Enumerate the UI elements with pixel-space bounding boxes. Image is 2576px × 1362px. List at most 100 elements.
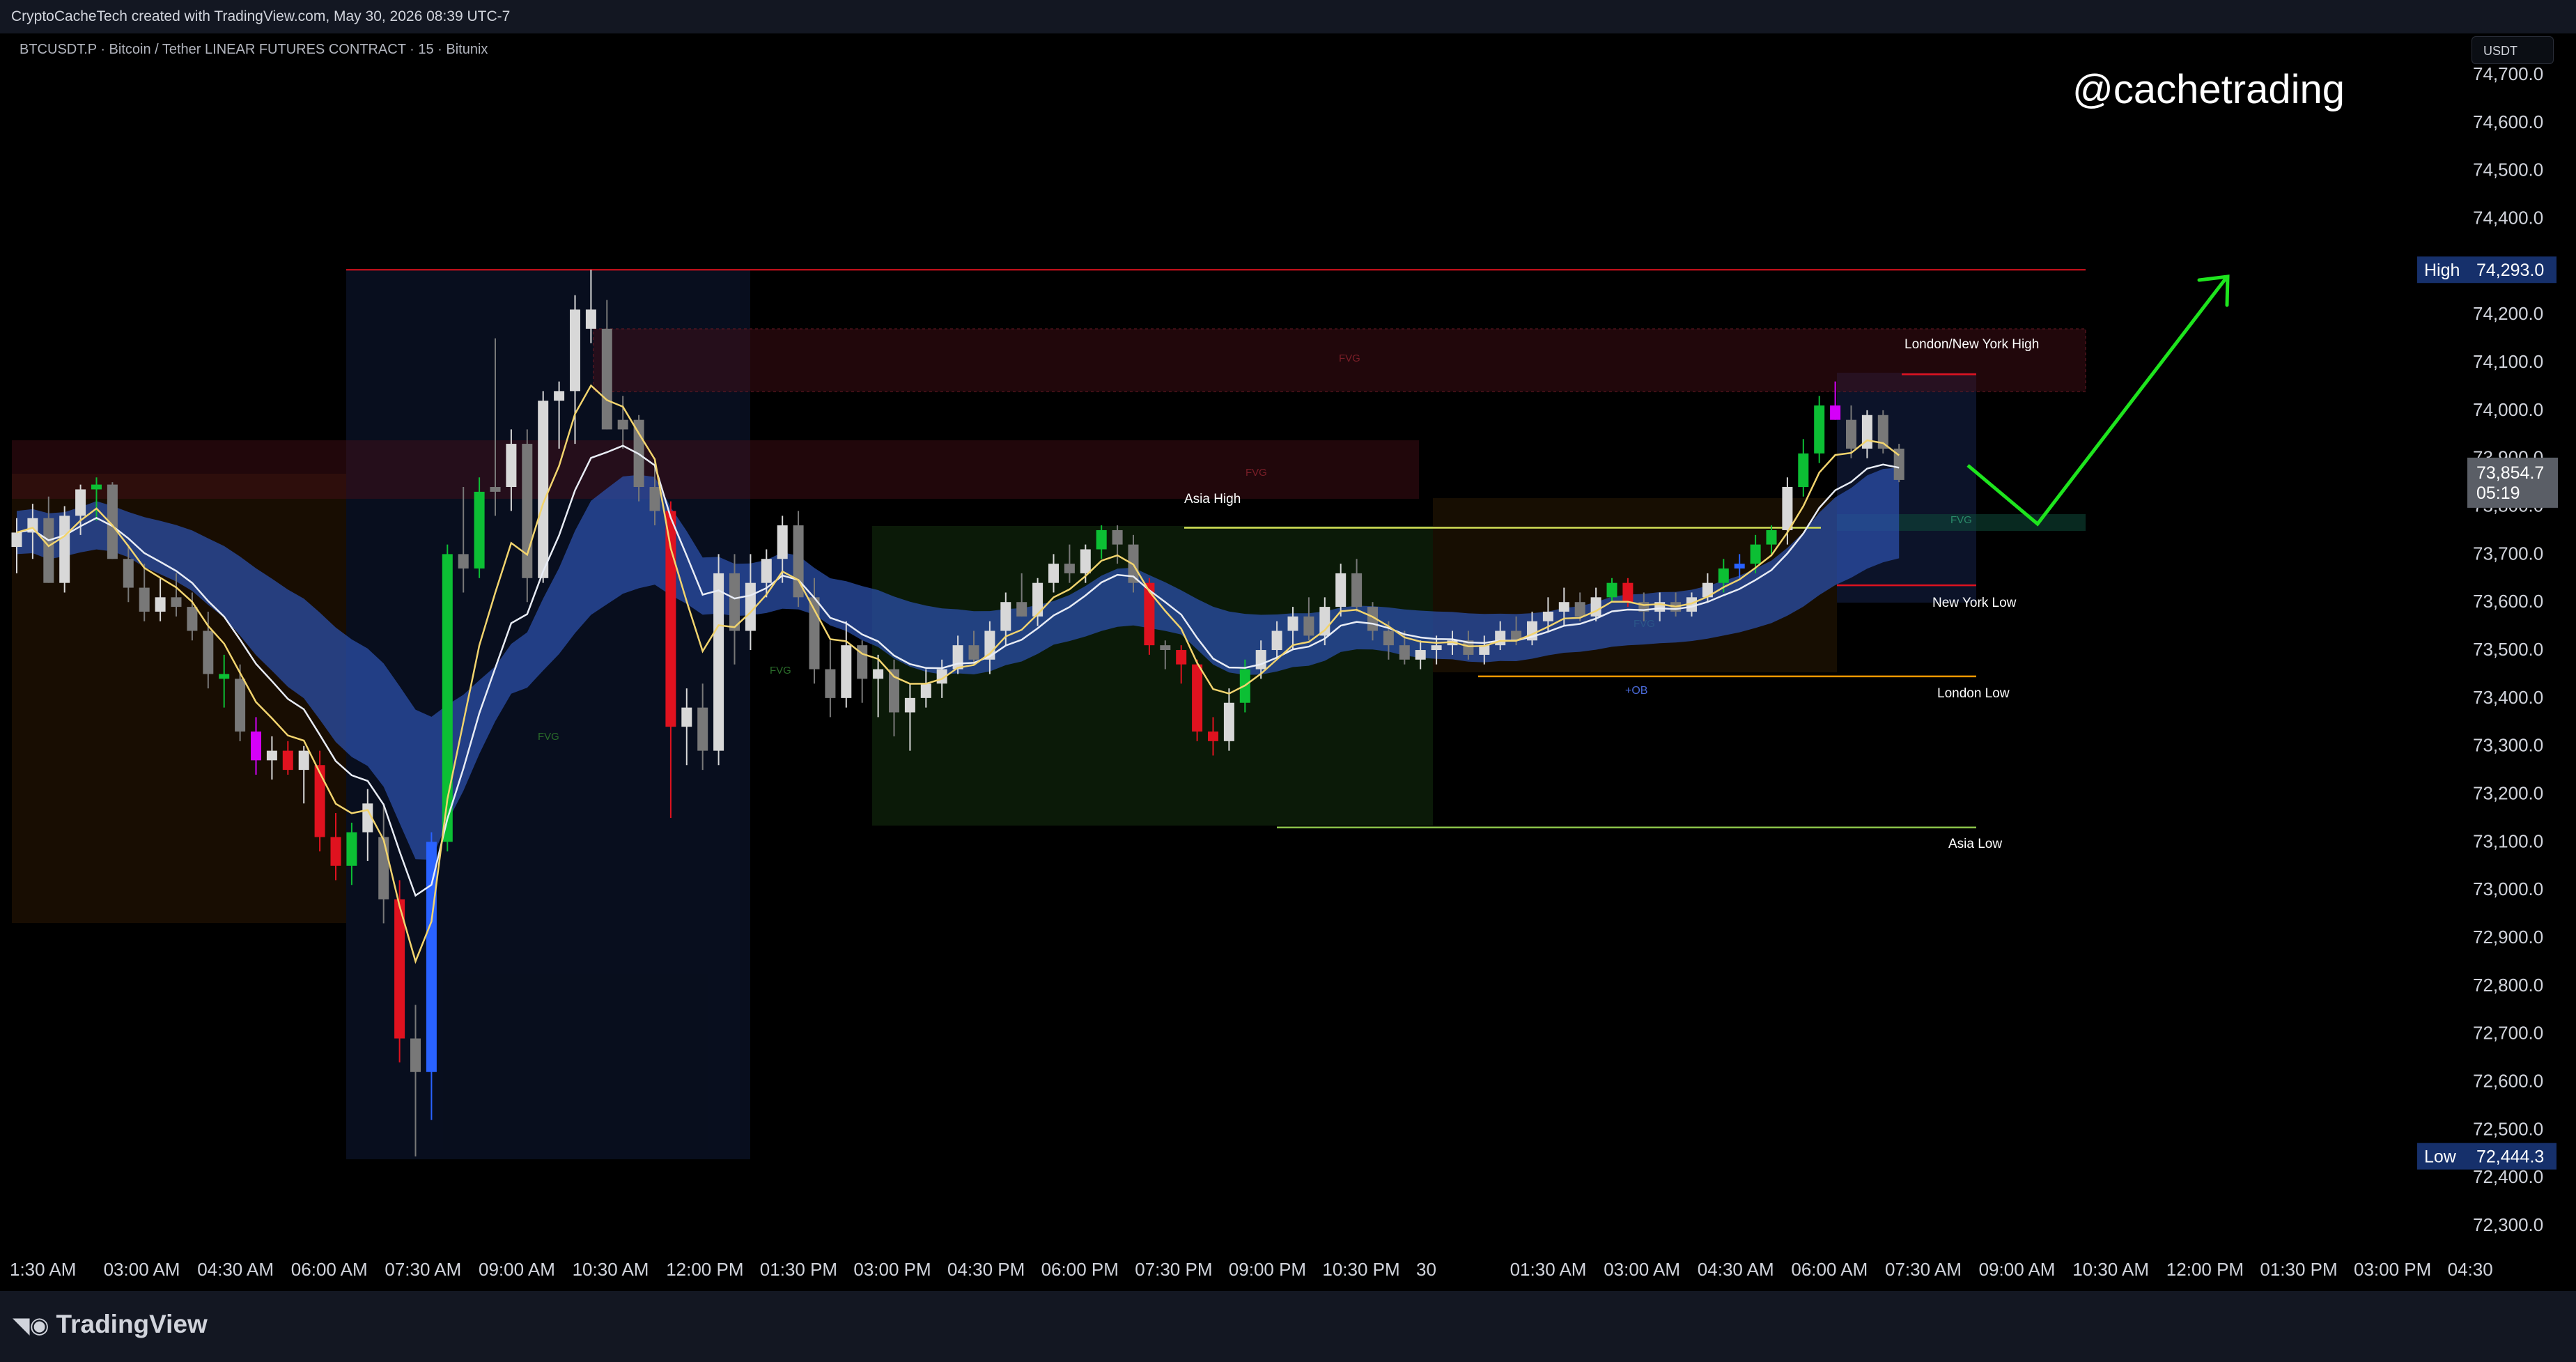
price-tick-label: 74,700.0 — [2473, 63, 2543, 84]
candle-body — [713, 573, 724, 751]
price-tick-label: 74,600.0 — [2473, 111, 2543, 132]
candlestick-chart[interactable]: FVG FVG FVG FVG FVG FVG +OB 72,300.072,4… — [0, 0, 2576, 1362]
low-tag-label: Low — [2424, 1147, 2457, 1167]
time-tick-label: 06:00 AM — [291, 1259, 368, 1280]
candle-body — [1495, 630, 1506, 646]
price-axis[interactable]: 72,300.072,400.072,500.072,600.072,700.0… — [2473, 63, 2543, 1235]
candle-body — [617, 419, 628, 430]
time-tick-label: 01:30 PM — [760, 1259, 837, 1280]
candle-body — [1782, 487, 1793, 530]
candle-body — [1255, 650, 1266, 670]
time-axis[interactable]: 1:30 AM 03:00 AM 04:30 AM 06:00 AM 07:30 AM 0… — [10, 1259, 2493, 1280]
candle-body — [968, 645, 979, 660]
candle-body — [777, 525, 788, 559]
candle-body — [298, 750, 309, 771]
time-tick-label: 04:30 AM — [1698, 1259, 1774, 1280]
candle-body — [1192, 664, 1203, 732]
time-tick-label: 04:30 — [2448, 1259, 2493, 1280]
candle-body — [1000, 602, 1011, 631]
candle-body — [490, 487, 501, 492]
price-tick-label: 74,100.0 — [2473, 351, 2543, 372]
candle-body — [761, 559, 772, 583]
candle-body — [139, 587, 150, 612]
candle-body — [1160, 645, 1171, 651]
candle-body — [1096, 529, 1107, 550]
currency-selector[interactable]: USDT — [2472, 36, 2554, 64]
time-tick-label: 04:30 AM — [197, 1259, 274, 1280]
candle-body — [1558, 602, 1569, 612]
candle-body — [1750, 544, 1761, 564]
candle-body — [346, 832, 357, 866]
price-tick-label: 72,700.0 — [2473, 1023, 2543, 1044]
candle-body — [91, 484, 102, 490]
candle-body — [1335, 573, 1347, 608]
time-tick-label: 03:00 PM — [853, 1259, 931, 1280]
candle-body — [1048, 564, 1059, 583]
candle-body — [203, 630, 214, 674]
tradingview-logo[interactable]: ◥◉ TradingView — [13, 1310, 208, 1339]
time-tick-label: 07:30 AM — [385, 1259, 461, 1280]
candle-body — [1383, 630, 1394, 646]
price-tick-label: 73,600.0 — [2473, 591, 2543, 612]
candle-body — [1830, 405, 1841, 420]
candle-body — [1814, 405, 1825, 454]
price-tick-label: 72,500.0 — [2473, 1118, 2543, 1139]
candle-body — [1542, 611, 1553, 621]
price-tick-label: 73,100.0 — [2473, 830, 2543, 851]
price-tick-label: 72,300.0 — [2473, 1214, 2543, 1235]
candle-body — [378, 837, 389, 899]
candle-body — [1846, 419, 1856, 449]
time-tick-label: 01:30 AM — [1510, 1259, 1587, 1280]
level-label: London/New York High — [1904, 337, 2039, 352]
candle-body — [1606, 582, 1617, 598]
candle-body — [825, 669, 836, 698]
candle-body — [75, 489, 86, 516]
candle-body — [155, 597, 166, 612]
time-tick-label: 1:30 AM — [10, 1259, 76, 1280]
asia-session-box — [872, 526, 1433, 826]
candle-body — [474, 491, 485, 569]
time-tick-label: 10:30 AM — [2072, 1259, 2149, 1280]
time-tick-label: 07:30 PM — [1135, 1259, 1212, 1280]
time-tick-label: 03:00 AM — [1604, 1259, 1680, 1280]
candle-body — [1798, 453, 1809, 488]
price-tick-label: 73,200.0 — [2473, 783, 2543, 804]
time-tick-label: 04:30 PM — [947, 1259, 1025, 1280]
candle-body — [1622, 582, 1634, 603]
candle-body — [235, 679, 246, 732]
candle-body — [554, 391, 565, 401]
candle-body — [873, 669, 884, 679]
time-tick-label: 07:30 AM — [1885, 1259, 1962, 1280]
price-tick-label: 72,600.0 — [2473, 1071, 2543, 1092]
time-tick-label: 01:30 PM — [2260, 1259, 2337, 1280]
candle-body — [187, 607, 198, 631]
price-tick-label: 73,000.0 — [2473, 879, 2543, 899]
candle-body — [697, 707, 708, 751]
candle-body — [314, 765, 325, 837]
candle-body — [841, 645, 852, 698]
price-tick-label: 74,200.0 — [2473, 303, 2543, 324]
time-tick-label: 30 — [1416, 1259, 1436, 1280]
symbol-title[interactable]: BTCUSDT.P · Bitcoin / Tether LINEAR FUTU… — [20, 42, 488, 58]
candle-body — [904, 697, 915, 713]
candle-body — [330, 837, 341, 866]
level-label: Asia High — [1184, 492, 1241, 506]
candle-body — [251, 732, 261, 761]
candle-body — [1431, 645, 1442, 651]
candle-body — [920, 683, 931, 698]
candle-body — [43, 518, 54, 583]
candle-body — [1080, 549, 1091, 573]
high-tag-label: High — [2424, 261, 2460, 280]
fvg-label-6: FVG — [1950, 514, 1972, 526]
time-tick-label: 12:00 PM — [666, 1259, 743, 1280]
candle-body — [506, 444, 517, 488]
level-label: London Low — [1937, 686, 2010, 701]
candle-body — [123, 559, 134, 588]
candle-body — [1112, 529, 1123, 545]
price-tick-label: 73,700.0 — [2473, 543, 2543, 564]
time-tick-label: 03:00 PM — [2354, 1259, 2431, 1280]
candle-body — [1176, 650, 1187, 665]
candle-body — [681, 707, 692, 727]
price-tick-label: 73,400.0 — [2473, 687, 2543, 708]
candle-body — [649, 487, 660, 511]
